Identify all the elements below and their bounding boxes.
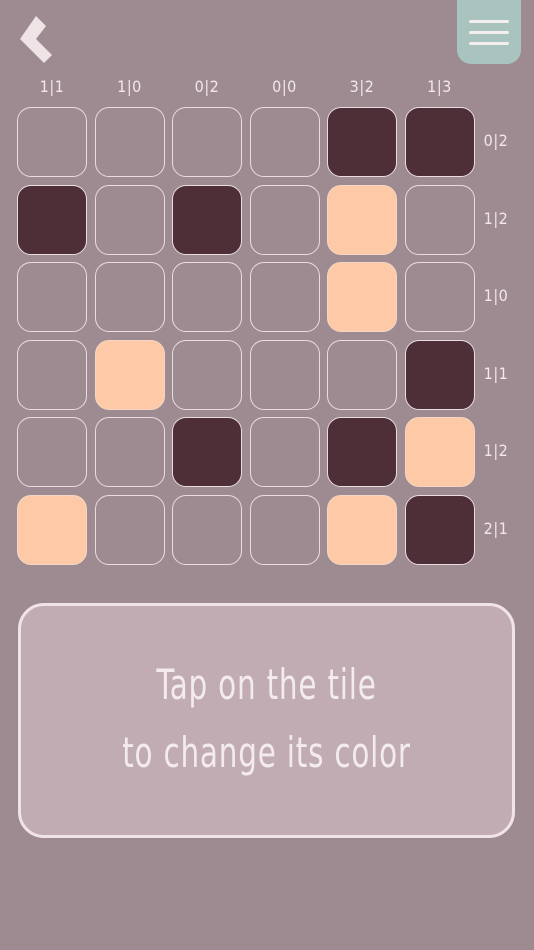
column-clue: 1|0: [117, 77, 142, 96]
grid-tile[interactable]: [17, 262, 87, 332]
grid-tile[interactable]: [172, 417, 242, 487]
row-clue: 1|0: [483, 286, 509, 305]
grid-tile[interactable]: [17, 107, 87, 177]
column-clue: 1|1: [39, 77, 65, 96]
row-clue: 2|1: [483, 518, 509, 538]
hint-text-line-2: to change its color: [122, 728, 411, 777]
grid-tile[interactable]: [404, 262, 475, 332]
grid-tile[interactable]: [327, 184, 397, 255]
grid-tile[interactable]: [249, 494, 320, 565]
grid-tile[interactable]: [17, 417, 87, 487]
column-clue: 0|0: [272, 77, 297, 96]
grid-tile[interactable]: [172, 184, 242, 255]
column-clue: 0|2: [194, 77, 220, 96]
grid-tile[interactable]: [327, 107, 397, 177]
grid-tile[interactable]: [17, 184, 87, 255]
grid-tile[interactable]: [94, 184, 165, 255]
grid-tile[interactable]: [172, 262, 242, 332]
hamburger-menu-icon: [469, 20, 509, 23]
grid-tile[interactable]: [94, 107, 165, 177]
grid-tile[interactable]: [94, 494, 165, 565]
grid-tile[interactable]: [17, 339, 87, 410]
grid-tile[interactable]: [94, 417, 165, 487]
grid-tile[interactable]: [327, 262, 397, 332]
grid-tile[interactable]: [94, 262, 165, 332]
menu-button[interactable]: [457, 0, 521, 64]
grid-tile[interactable]: [17, 494, 87, 565]
hint-text-line-1: Tap on the tile: [156, 660, 377, 709]
row-clue: 1|1: [483, 363, 509, 383]
hamburger-bar: [469, 31, 509, 34]
row-clue: 1|2: [483, 208, 509, 228]
row-clue: 0|2: [483, 131, 509, 150]
grid-tile[interactable]: [404, 184, 475, 255]
back-chevron-icon: [20, 16, 52, 63]
grid-tile[interactable]: [249, 417, 320, 487]
grid-tile[interactable]: [249, 184, 320, 255]
grid-tile[interactable]: [172, 339, 242, 410]
hamburger-bar: [469, 42, 509, 45]
grid-tile[interactable]: [404, 494, 475, 565]
grid-tile[interactable]: [249, 107, 320, 177]
back-button[interactable]: [16, 14, 64, 64]
grid-tile[interactable]: [327, 339, 397, 410]
grid-tile[interactable]: [249, 262, 320, 332]
grid-tile[interactable]: [404, 417, 475, 487]
grid-tile[interactable]: [172, 107, 242, 177]
grid-tile[interactable]: [404, 107, 475, 177]
row-clue: 1|2: [483, 441, 509, 460]
grid-tile[interactable]: [327, 417, 397, 487]
grid-tile[interactable]: [94, 339, 165, 410]
column-clue: 1|3: [427, 77, 452, 96]
hint-panel: Tap on the tile to change its color: [18, 603, 515, 838]
grid-tile[interactable]: [172, 494, 242, 565]
grid-tile[interactable]: [249, 339, 320, 410]
grid-tile[interactable]: [327, 494, 397, 565]
grid-tile[interactable]: [404, 339, 475, 410]
column-clue: 3|2: [349, 77, 375, 96]
